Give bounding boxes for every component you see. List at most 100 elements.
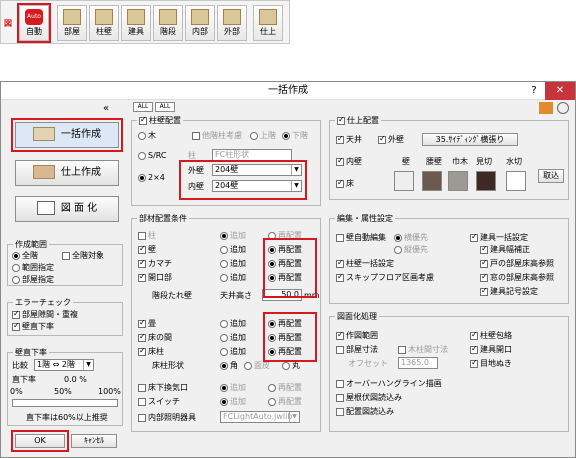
replace-highlight-2 xyxy=(263,312,317,362)
interior-icon xyxy=(191,9,209,25)
layout-plan-check[interactable]: 配置図読込み xyxy=(336,407,394,417)
compare-select[interactable]: 1階 ⇔ 2階 ▼ xyxy=(34,359,94,371)
wood-radio[interactable]: 木 xyxy=(138,131,156,141)
swatch-koshikabe[interactable] xyxy=(422,171,442,191)
collapse-button[interactable]: « xyxy=(103,104,109,114)
lower-radio[interactable]: 下階 xyxy=(282,131,308,141)
all-target-check[interactable]: 全階対象 xyxy=(62,251,104,261)
toolbar-room-button[interactable]: 部屋 xyxy=(57,5,87,41)
parts-wall-add[interactable]: 追加 xyxy=(220,245,246,255)
tokobashira-check[interactable]: 床柱 xyxy=(138,346,164,357)
vent-add[interactable]: 追加 xyxy=(220,383,246,393)
drawing-button[interactable]: 図 面 化 xyxy=(15,196,119,222)
int-wall-check[interactable]: 内壁 xyxy=(336,156,362,167)
toolbar-stairs-button[interactable]: 階段 xyxy=(153,5,183,41)
pillar-dim-check[interactable]: 木柱間寸法 xyxy=(398,345,448,355)
parts-pillar-check[interactable]: 柱 xyxy=(138,231,156,241)
switch-add[interactable]: 追加 xyxy=(220,397,246,407)
room-dim-check[interactable]: 部屋寸法 xyxy=(336,345,378,355)
parts-opening-add[interactable]: 追加 xyxy=(220,273,246,283)
toolbar-exterior-button[interactable]: 外部 xyxy=(217,5,247,41)
cancel-button[interactable]: ｷｬﾝｾﾙ xyxy=(71,434,117,448)
parts-kamachi-add[interactable]: 追加 xyxy=(220,259,246,269)
parts-wall-check[interactable]: 壁 xyxy=(138,244,156,255)
finish-create-button[interactable]: 仕上作成 xyxy=(15,160,119,186)
vent-replace[interactable]: 再配置 xyxy=(268,383,302,393)
fitting-opening-check[interactable]: 建具開口 xyxy=(470,344,512,355)
tatami-check[interactable]: 畳 xyxy=(138,318,156,329)
tokobashira-add[interactable]: 追加 xyxy=(220,347,246,357)
fitting-symbol-check[interactable]: 建具記号設定 xyxy=(480,286,538,297)
pillar-wall-check[interactable]: 柱壁一括設定 xyxy=(336,258,394,269)
check-all-button[interactable]: ALL xyxy=(133,102,153,112)
other-floor-check[interactable]: 他階柱考慮 xyxy=(192,131,242,141)
horizontal-radio[interactable]: 横優先 xyxy=(394,233,428,243)
window-floor-check[interactable]: 窓の部屋床高参照 xyxy=(480,272,554,283)
wall-ratio-group: 壁直下率 比較 1階 ⇔ 2階 ▼ 直下率 0.0 % 0% 50% 100% 直… xyxy=(7,347,123,426)
shape-menkawa-radio[interactable]: 面皮 xyxy=(244,361,270,371)
floor-check[interactable]: 床 xyxy=(336,178,354,189)
pillar-icon xyxy=(95,9,113,25)
pillar-pack-check[interactable]: 柱壁包絡 xyxy=(470,330,512,341)
2x4-radio[interactable]: 2×4 xyxy=(138,173,165,183)
toolbar-fitting-button[interactable]: 建具 xyxy=(121,5,151,41)
toolbar-pillar-button[interactable]: 柱壁 xyxy=(89,5,119,41)
ceiling-height-label: 天井高さ xyxy=(220,291,252,300)
skip-floor-check[interactable]: スキップフロア区画考慮 xyxy=(336,272,434,283)
tokonoma-add[interactable]: 追加 xyxy=(220,333,246,343)
parts-pillar-add[interactable]: 追加 xyxy=(220,231,246,241)
wall-select-highlight xyxy=(179,160,307,200)
ratio-value: 0.0 % xyxy=(64,375,87,384)
switch-check[interactable]: スイッチ xyxy=(138,397,180,407)
swatch-mikiri[interactable] xyxy=(476,171,496,191)
fitting-width-check[interactable]: 建具幅補正 xyxy=(480,244,530,255)
light-select[interactable]: FCLightAuto.jwlib ▼ xyxy=(220,411,300,423)
parts-kamachi-check[interactable]: カマチ xyxy=(138,258,172,269)
wall-ratio-check[interactable]: 壁直下率 xyxy=(12,321,54,332)
ratio-bar xyxy=(12,399,118,407)
overhang-check[interactable]: オーバーハングライン描画 xyxy=(336,379,442,389)
drawing-group: 図面化処理 作図範囲 柱壁包絡 部屋寸法 木柱間寸法 建具開口 オフセット 13… xyxy=(329,311,569,432)
take-button[interactable]: 取込 xyxy=(538,169,564,183)
close-button[interactable]: ✕ xyxy=(545,82,575,100)
create-range-check[interactable]: 作図範囲 xyxy=(336,330,378,341)
range-spec-radio[interactable]: 範囲指定 xyxy=(12,263,54,273)
upper-radio[interactable]: 上階 xyxy=(250,131,276,141)
shape-square-radio[interactable]: 角 xyxy=(220,361,238,371)
wall-auto-check[interactable]: 壁自動編集 xyxy=(336,233,386,243)
swatch-habaki[interactable] xyxy=(448,171,468,191)
ceiling-check[interactable]: 天井 xyxy=(336,134,362,145)
swatch-wall[interactable] xyxy=(394,171,414,191)
tatami-add[interactable]: 追加 xyxy=(220,319,246,329)
pillar-check[interactable]: 柱壁配置 xyxy=(137,115,183,126)
light-check[interactable]: 内部照明器具 xyxy=(138,413,196,423)
toolbar-interior-button[interactable]: 内部 xyxy=(185,5,215,41)
bulk-fitting-check[interactable]: 建具一括設定 xyxy=(470,232,528,243)
vent-check[interactable]: 床下換気口 xyxy=(138,383,188,393)
vertical-radio[interactable]: 縦優先 xyxy=(394,245,428,255)
uncheck-all-button[interactable]: ALL xyxy=(155,102,175,112)
swatch-mizukiri[interactable] xyxy=(506,171,526,191)
help-button[interactable]: ? xyxy=(525,82,543,100)
switch-replace[interactable]: 再配置 xyxy=(268,397,302,407)
toolbar: 図 Auto 自動 部屋 柱壁 建具 階段 内部 外部 仕上 xyxy=(0,0,290,44)
room-spec-radio[interactable]: 部屋指定 xyxy=(12,275,54,285)
door-icon[interactable] xyxy=(539,102,553,114)
finish-check[interactable]: 仕上配置 xyxy=(335,115,381,126)
parts-opening-check[interactable]: 開口部 xyxy=(138,272,172,283)
eye-check[interactable]: 目地ぬき xyxy=(470,358,512,369)
shape-round-radio[interactable]: 丸 xyxy=(282,361,300,371)
offset-input[interactable]: 1365.0 xyxy=(398,357,438,369)
tokonoma-check[interactable]: 床の間 xyxy=(138,332,172,343)
ext-wall-check[interactable]: 外壁 xyxy=(378,134,404,145)
door-floor-check[interactable]: 戸の部屋床高参照 xyxy=(480,258,554,269)
toolbar-finish-button[interactable]: 仕上 xyxy=(253,5,283,41)
room-gap-check[interactable]: 部屋隙間・重複 xyxy=(12,309,78,320)
ext-finish-button[interactable]: 35.ｻｲﾃﾞｨﾝｸﾞ横張り xyxy=(422,133,518,146)
gear-icon[interactable] xyxy=(557,102,569,114)
ok-highlight xyxy=(11,430,69,452)
roof-plan-check[interactable]: 屋根伏図読込み xyxy=(336,393,402,403)
tick-50: 50% xyxy=(54,387,72,396)
all-floors-radio[interactable]: 全階 xyxy=(12,251,38,261)
src-radio[interactable]: S/RC xyxy=(138,151,167,161)
